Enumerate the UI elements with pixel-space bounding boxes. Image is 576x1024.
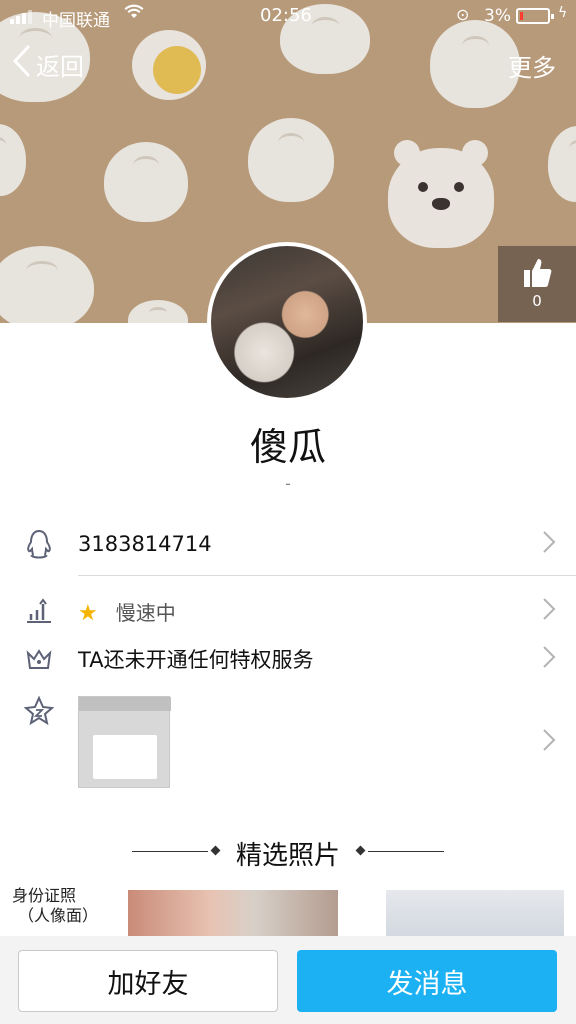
signature: -	[285, 474, 291, 493]
back-button[interactable]: 返回	[12, 44, 84, 85]
avatar[interactable]	[207, 242, 367, 402]
thumbs-up-icon	[520, 256, 554, 290]
signal-icon	[10, 10, 32, 24]
bear-eye	[454, 182, 464, 192]
add-friend-button[interactable]: 加好友	[18, 950, 278, 1012]
avatar-photo	[211, 246, 363, 398]
crown-icon	[24, 644, 54, 674]
photo-caption-line1: 身份证照	[12, 886, 77, 905]
level-info: ★ 慢速中	[78, 597, 176, 626]
chevron-right-icon	[542, 594, 556, 629]
photo-thumbnail[interactable]	[386, 890, 564, 940]
qq-number-row[interactable]: 3183814714	[0, 524, 576, 564]
row-divider	[78, 575, 576, 576]
photo-caption-line2: （人像面）	[18, 906, 99, 925]
more-button[interactable]: 更多	[508, 48, 556, 83]
battery-percent: 3%	[484, 6, 511, 26]
section-line-right	[368, 851, 444, 852]
profile-page: 中国联通 02:56 ⊙ 3% ϟ 返回 更多 0 傻瓜 - 318381471…	[0, 0, 576, 1024]
section-title: 精选照片	[235, 841, 340, 871]
chevron-right-icon	[542, 642, 556, 677]
privilege-text: TA还未开通任何特权服务	[78, 648, 314, 672]
nickname: 傻瓜	[249, 425, 326, 469]
privilege-row[interactable]: TA还未开通任何特权服务	[0, 639, 576, 679]
chevron-right-icon	[542, 725, 556, 760]
like-count: 0	[532, 292, 542, 310]
battery-icon	[516, 8, 554, 24]
qq-number: 3183814714	[78, 532, 212, 556]
charging-icon: ϟ	[558, 5, 568, 21]
back-label: 返回	[36, 53, 84, 81]
level-row[interactable]: ★ 慢速中	[0, 591, 576, 631]
like-button[interactable]: 0	[498, 246, 576, 322]
rotation-lock-icon: ⊙	[456, 5, 470, 24]
bun-decoration	[104, 142, 188, 222]
chevron-right-icon	[542, 527, 556, 562]
bun-decoration	[0, 124, 26, 196]
featured-thumbnail[interactable]	[78, 696, 171, 788]
star-icon: ★	[78, 600, 98, 626]
thumbnail-header	[79, 697, 171, 711]
bear-eye	[418, 182, 428, 192]
clock: 02:56	[260, 5, 312, 26]
bun-decoration	[548, 126, 576, 202]
star-badge-icon	[24, 696, 54, 726]
penguin-icon	[24, 529, 54, 559]
level-status: 慢速中	[115, 600, 176, 625]
bun-decoration	[0, 246, 94, 323]
bear-nose	[432, 198, 450, 210]
bear-decoration	[388, 140, 494, 248]
bun-decoration	[128, 300, 188, 323]
carrier-name: 中国联通	[42, 11, 110, 31]
bun-decoration	[248, 118, 334, 202]
status-bar: 中国联通 02:56 ⊙ 3% ϟ	[0, 0, 576, 34]
chevron-left-icon	[12, 44, 32, 85]
level-chart-icon	[24, 596, 54, 626]
send-message-button[interactable]: 发消息	[297, 950, 557, 1012]
photo-strip: 身份证照 （人像面）	[0, 886, 576, 940]
egg-yolk-decoration	[153, 46, 201, 94]
photo-thumbnail[interactable]	[128, 890, 338, 940]
thumbnail-dialog	[93, 735, 157, 779]
photo-caption: 身份证照 （人像面）	[12, 886, 98, 926]
wifi-icon	[124, 4, 144, 25]
bottom-action-bar: 加好友 发消息	[0, 936, 576, 1024]
